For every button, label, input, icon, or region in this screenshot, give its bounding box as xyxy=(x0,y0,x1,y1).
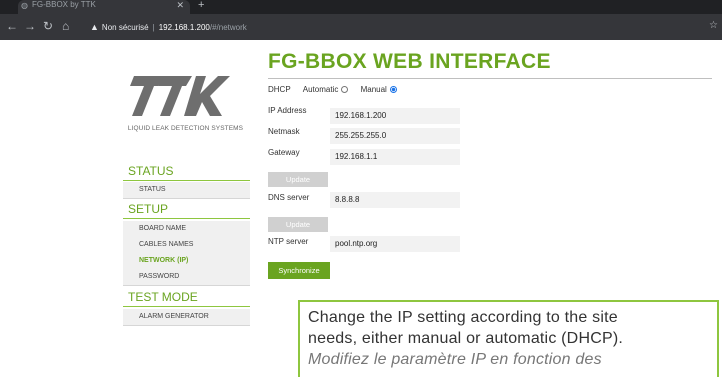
automatic-label: Automatic xyxy=(302,85,339,94)
home-icon[interactable]: ⌂ xyxy=(62,19,69,33)
close-icon[interactable]: ✕ xyxy=(176,0,184,10)
setup-heading: SETUP xyxy=(123,201,250,219)
manual-label: Manual xyxy=(360,85,387,94)
gateway-label: Gateway xyxy=(268,148,300,157)
callout-fr-line-1: Modifiez le paramètre IP en fonction des xyxy=(308,351,602,368)
insecure-label: Non sécurisé xyxy=(101,23,149,32)
sidebar-item-network-ip[interactable]: NETWORK (IP) xyxy=(123,253,250,269)
ttk-logo xyxy=(130,76,230,116)
url-host: 192.168.1.200 xyxy=(158,23,210,32)
tab-title: FG-BBOX by TTK xyxy=(32,0,96,9)
address-bar[interactable]: ▲ Non sécurisé | 192.168.1.200/#/network xyxy=(90,19,690,35)
dns-server-label: DNS server xyxy=(268,193,310,202)
new-tab-button[interactable]: + xyxy=(198,0,204,11)
sidebar-item-status[interactable]: STATUS xyxy=(123,182,250,198)
star-icon[interactable]: ☆ xyxy=(709,20,718,31)
automatic-option[interactable]: Automatic xyxy=(303,85,349,94)
back-arrow-icon[interactable]: ← xyxy=(6,19,18,33)
page-title: FG-BBOX WEB INTERFACE xyxy=(268,50,551,73)
sidebar-item-board-name[interactable]: BOARD NAME xyxy=(123,221,250,237)
test-mode-heading: TEST MODE xyxy=(123,289,250,307)
warning-icon: ▲ xyxy=(90,22,99,32)
forward-arrow-icon[interactable]: → xyxy=(24,19,36,33)
ip-address-label: IP Address xyxy=(268,106,307,115)
update-dns-button[interactable]: Update xyxy=(268,217,328,232)
globe-icon: ◍ xyxy=(21,1,28,10)
browser-toolbar: ← → ↻ ⌂ ▲ Non sécurisé | 192.168.1.200/#/ne… xyxy=(0,14,722,40)
manual-radio[interactable] xyxy=(389,86,397,93)
synchronize-button[interactable]: Synchronize xyxy=(268,262,330,279)
sidebar-item-password[interactable]: PASSWORD xyxy=(123,269,250,285)
automatic-radio[interactable] xyxy=(341,86,349,93)
setup-menu: BOARD NAME CABLES NAMES NETWORK (IP) PAS… xyxy=(123,221,250,286)
callout-en-line-2: needs, either manual or automatic (DHCP)… xyxy=(308,330,623,347)
netmask-input[interactable]: 255.255.255.0 xyxy=(330,128,460,144)
browser-tab[interactable]: ◍ FG-BBOX by TTK ✕ xyxy=(18,0,190,14)
status-menu: STATUS xyxy=(123,182,250,199)
browser-tab-bar: ◍ FG-BBOX by TTK ✕ + xyxy=(0,0,722,14)
url-path: /#/network xyxy=(209,23,247,32)
callout-en-line-1: Change the IP setting according to the s… xyxy=(308,309,618,326)
sidebar-item-alarm-generator[interactable]: ALARM GENERATOR xyxy=(123,309,250,325)
test-mode-menu: ALARM GENERATOR xyxy=(123,309,250,326)
status-heading: STATUS xyxy=(123,163,250,181)
title-divider xyxy=(268,78,712,79)
address-separator: | xyxy=(152,23,155,32)
gateway-input[interactable]: 192.168.1.1 xyxy=(330,149,460,165)
manual-option[interactable]: Manual xyxy=(361,85,397,94)
sidebar-item-cables-names[interactable]: CABLES NAMES xyxy=(123,237,250,253)
instruction-callout: Change the IP setting according to the s… xyxy=(298,300,719,377)
reload-icon[interactable]: ↻ xyxy=(43,19,53,33)
dns-server-input[interactable]: 8.8.8.8 xyxy=(330,192,460,208)
ip-address-input[interactable]: 192.168.1.200 xyxy=(330,108,460,124)
netmask-label: Netmask xyxy=(268,127,300,136)
ntp-server-input[interactable]: pool.ntp.org xyxy=(330,236,460,252)
dhcp-label: DHCP xyxy=(268,85,291,94)
update-ip-button[interactable]: Update xyxy=(268,172,328,187)
ntp-server-label: NTP server xyxy=(268,237,309,246)
logo-tagline: LIQUID LEAK DETECTION SYSTEMS xyxy=(127,125,244,132)
dhcp-row: DHCP Automatic Manual xyxy=(268,85,397,94)
